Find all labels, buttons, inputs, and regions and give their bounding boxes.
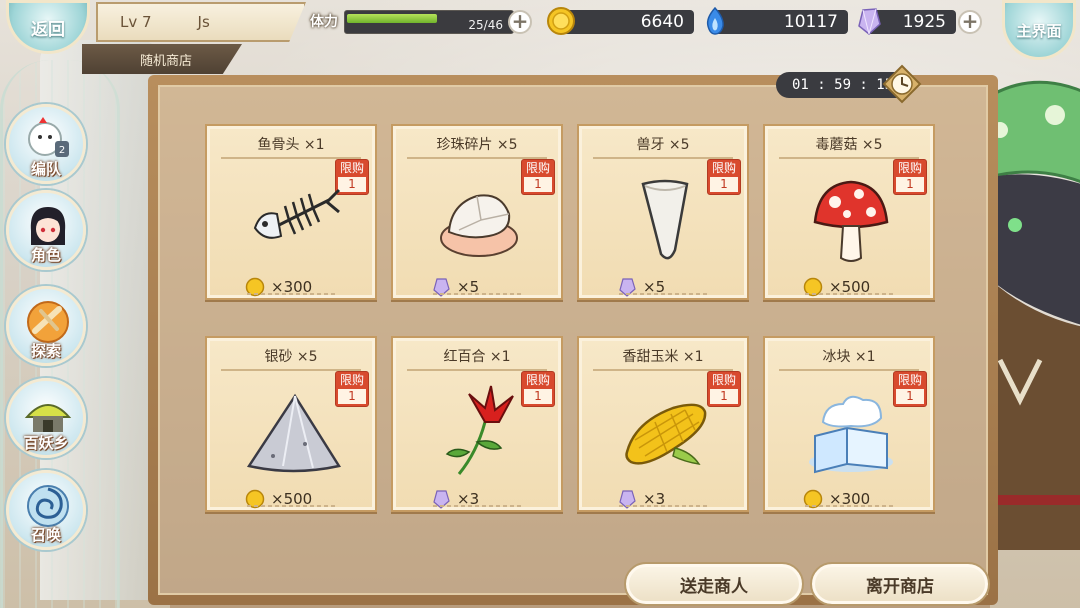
fishbone-icon xyxy=(253,188,341,239)
item-name: 红百合 ×1 xyxy=(443,349,511,365)
shop-title: 随机商店 xyxy=(82,44,242,74)
stamina-value: 25/46 xyxy=(468,18,503,32)
add-stamina-button[interactable]: + xyxy=(508,10,532,34)
home-button-label: 主界面 xyxy=(1016,21,1062,40)
fang-icon xyxy=(641,179,689,260)
nav-village-label: 百妖乡 xyxy=(23,434,69,452)
nav-character-button[interactable]: 角色 xyxy=(6,190,86,270)
nav-team-label: 编队 xyxy=(30,160,61,178)
add-crystal-button[interactable]: + xyxy=(958,10,982,34)
corn-icon xyxy=(625,403,707,465)
silver-sand-icon xyxy=(246,393,342,473)
card-footer-decoration xyxy=(805,505,893,507)
nav-summon-button[interactable]: 召唤 xyxy=(6,470,86,550)
shop-item-card[interactable]: 珍珠碎片 ×5 限购 1 ×5 xyxy=(391,124,563,300)
back-button-label: 返回 xyxy=(31,19,65,40)
blue-flame-icon xyxy=(706,6,724,35)
nav-team-button[interactable]: 2 编队 xyxy=(6,104,86,184)
player-info-plate: Lv 7 Js xyxy=(96,2,306,42)
mushroom-icon xyxy=(813,180,889,262)
clock-icon xyxy=(882,64,922,104)
spirit-value: 10117 xyxy=(783,12,838,32)
dismiss-merchant-label: 送走商人 xyxy=(680,576,748,597)
stamina-fill xyxy=(347,14,437,23)
shop-item-card[interactable]: 毒蘑菇 ×5 限购 1 ×500 xyxy=(763,124,935,300)
gold-counter: 6640 xyxy=(556,10,694,34)
item-name: 毒蘑菇 ×5 xyxy=(815,137,883,153)
team-badge: 2 xyxy=(59,145,65,156)
red-lily-icon xyxy=(445,385,514,475)
crystal-icon xyxy=(858,8,881,35)
shop-item-card[interactable]: 红百合 ×1 限购 1 ×3 xyxy=(391,336,563,512)
gold-coin-icon xyxy=(547,7,575,35)
nav-explore-button[interactable]: 探索 xyxy=(6,286,86,366)
leave-shop-button[interactable]: 离开商店 xyxy=(810,562,990,606)
item-name: 香甜玉米 ×1 xyxy=(622,349,704,365)
item-name: 鱼骨头 ×1 xyxy=(257,137,325,153)
item-name: 珍珠碎片 ×5 xyxy=(436,137,518,153)
ice-cube-icon xyxy=(809,395,893,474)
nav-character-label: 角色 xyxy=(30,246,61,264)
nav-summon-label: 召唤 xyxy=(30,526,61,544)
item-name: 冰块 ×1 xyxy=(822,349,876,365)
item-name: 银砂 ×5 xyxy=(264,349,318,365)
shop-item-card[interactable]: 银砂 ×5 限购 1 ×500 xyxy=(205,336,377,512)
shop-item-card[interactable]: 鱼骨头 ×1 限购 1 ×300 xyxy=(205,124,377,300)
leave-shop-label: 离开商店 xyxy=(866,576,934,597)
stamina-label: 体力 xyxy=(310,14,338,30)
shop-item-card[interactable]: 冰块 ×1 限购 1 ×300 xyxy=(763,336,935,512)
shop-item-card[interactable]: 香甜玉米 ×1 限购 1 ×3 xyxy=(577,336,749,512)
nav-explore-label: 探索 xyxy=(30,342,61,360)
stamina-bar: 25/46 xyxy=(344,10,514,34)
card-footer-decoration xyxy=(805,293,893,295)
card-footer-decoration xyxy=(247,505,335,507)
card-footer-decoration xyxy=(433,505,521,507)
spirit-counter: 10117 xyxy=(712,10,848,34)
nav-village-button[interactable]: 百妖乡 xyxy=(6,378,86,458)
item-name: 兽牙 ×5 xyxy=(636,137,690,153)
player-name: Js xyxy=(197,13,210,31)
card-footer-decoration xyxy=(619,293,707,295)
card-footer-decoration xyxy=(433,293,521,295)
shop-item-card[interactable]: 兽牙 ×5 限购 1 ×5 xyxy=(577,124,749,300)
gold-value: 6640 xyxy=(640,12,684,32)
dismiss-merchant-button[interactable]: 送走商人 xyxy=(624,562,804,606)
card-footer-decoration xyxy=(619,505,707,507)
pearl-shard-icon xyxy=(440,194,518,257)
refresh-timer-value: 01 : 59 : 15 xyxy=(792,77,894,93)
card-footer-decoration xyxy=(247,293,335,295)
player-level: Lv 7 xyxy=(120,13,152,31)
crystal-value: 1925 xyxy=(902,12,946,32)
